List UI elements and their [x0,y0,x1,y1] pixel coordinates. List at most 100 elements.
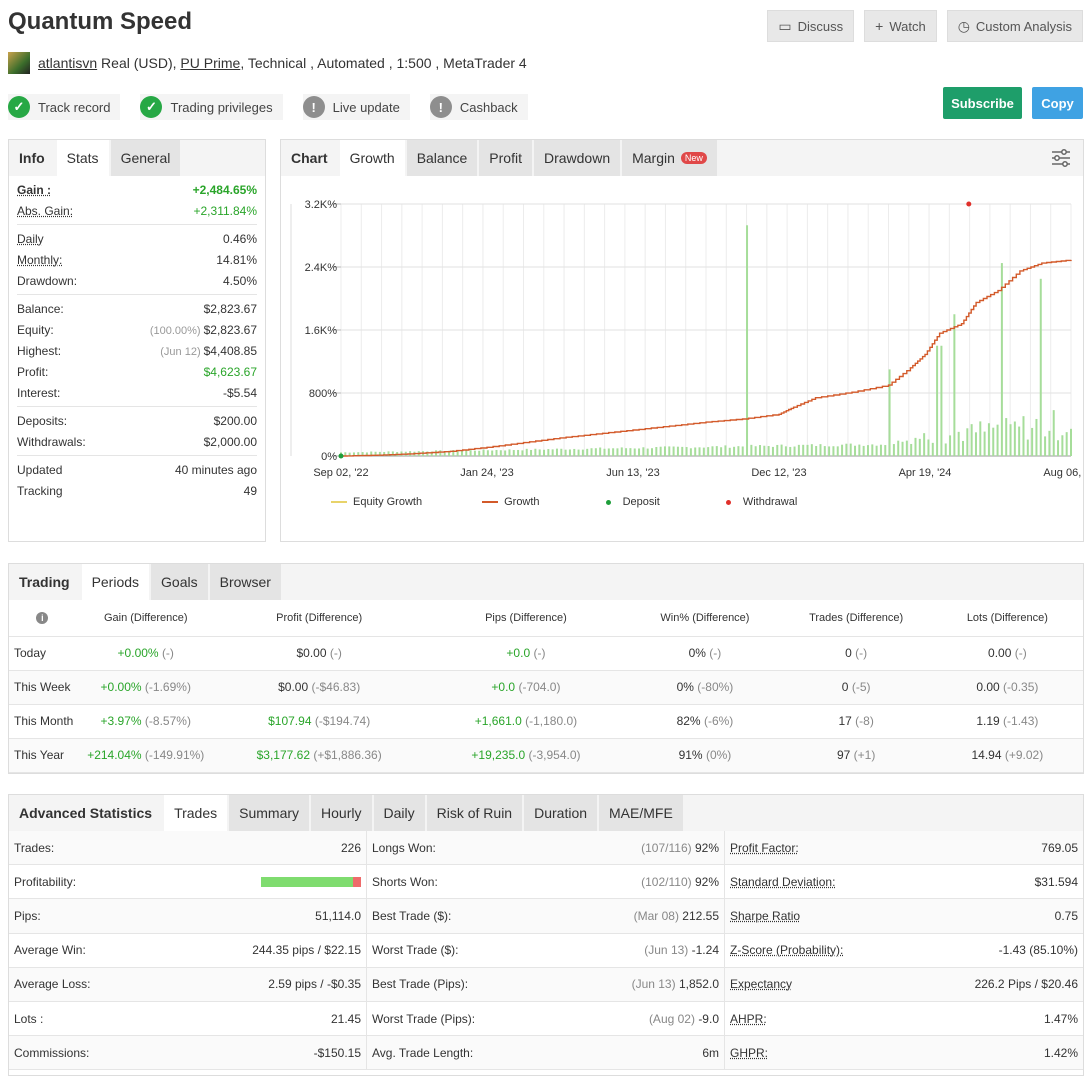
button-label: Discuss [797,18,844,34]
tab-duration[interactable]: Duration [524,795,598,831]
tab-profit[interactable]: Profit [479,140,532,176]
trade-bar [892,444,895,456]
watch-button[interactable]: + Watch [864,10,937,42]
stat-value-text: 226.2 Pips / $20.46 [974,977,1078,992]
cell-difference: (0%) [705,748,732,762]
tab-periods[interactable]: Periods [81,564,150,600]
info-value-text: 0.46% [222,231,257,246]
table-cell: 0.00 (-) [931,636,1083,671]
legend-withdrawal[interactable]: Withdrawal [720,496,797,508]
trade-bar [819,444,822,456]
stat-key[interactable]: Profit Factor: [730,841,799,855]
trade-bar [534,448,537,456]
tab-browser[interactable]: Browser [209,564,281,600]
avatar[interactable] [8,52,30,74]
table-cell: +1,661.0 (-1,180.0) [422,704,630,739]
cell-difference: (-6%) [703,714,734,728]
trade-bar [659,446,662,456]
stat-row-commissions: Commissions: -$150.15 [9,1036,366,1071]
check-track-record[interactable]: ✓ Track record [8,94,121,120]
tab-drawdown[interactable]: Drawdown [533,140,621,176]
check-trading-privileges[interactable]: ✓ Trading privileges [140,94,283,120]
info-value-text: 40 minutes ago [174,462,257,477]
tab-daily[interactable]: Daily [373,795,425,831]
advanced-grid: Trades: 226 Profitability: Pips: 51,114.0 Ave… [9,831,1083,1071]
trade-bar [931,442,934,456]
tab-trades[interactable]: Trades [164,795,228,831]
legend-growth[interactable]: Growth [482,496,540,508]
trade-bar [737,446,740,456]
tab-risk-of-ruin[interactable]: Risk of Ruin [426,795,523,831]
stat-key[interactable]: AHPR: [730,1012,767,1026]
trade-bar [555,448,558,456]
info-key: Drawdown: [17,273,78,288]
check-cashback[interactable]: ! Cashback [429,94,528,120]
tab-label: Hourly [321,805,362,821]
cell-difference: (-$194.74) [314,714,371,728]
tab-trading: Trading [9,564,80,600]
settings-sliders-icon[interactable] [1051,149,1071,167]
stat-key[interactable]: Sharpe Ratio [730,909,800,923]
cell-difference: (-$46.83) [311,680,361,694]
trade-bar [866,445,869,456]
tab-general[interactable]: General [110,140,181,176]
stat-key[interactable]: GHPR: [730,1046,768,1060]
growth-chart[interactable]: 0% 800% 1.6K% 2.4K% 3.2K% Sep 02, '22 Jan 24, … [281,178,1083,498]
stat-key: Avg. Trade Length: [372,1045,474,1060]
stat-key[interactable]: Expectancy [730,977,792,991]
custom-analysis-button[interactable]: ◷ Custom Analysis [946,10,1083,42]
row-label: This Year [9,738,76,773]
legend-equity-growth[interactable]: Equity Growth [331,496,422,508]
check-live-update[interactable]: ! Live update [302,94,410,120]
info-row-highest: Highest: (Jun 12) $4,408.85 [17,340,257,361]
trade-bar [1044,436,1047,456]
tab-margin[interactable]: Margin New [622,140,717,176]
trade-bar [439,450,442,456]
trade-bar [771,446,774,456]
subscribe-button[interactable]: Subscribe [943,87,1022,119]
tab-mae-mfe[interactable]: MAE/MFE [599,795,683,831]
info-key[interactable]: Monthly: [17,253,62,267]
stat-key: Best Trade ($): [372,908,452,923]
tab-summary[interactable]: Summary [229,795,310,831]
user-link[interactable]: atlantisvn [38,55,97,71]
cell-value: +0.0 [506,646,531,660]
tab-growth[interactable]: Growth [339,140,405,176]
stat-value: (Jun 13) 1,852.0 [632,977,719,991]
check-label: Live update [332,99,400,115]
info-key[interactable]: Daily [17,232,44,246]
stat-key[interactable]: Standard Deviation: [730,875,835,889]
stat-row-expectancy: Expectancy 226.2 Pips / $20.46 [725,967,1083,1002]
tab-advanced-statistics: Advanced Statistics [9,795,162,831]
trade-bar [638,448,641,456]
info-key: Equity: [17,322,54,337]
cell-value: $107.94 [268,714,312,728]
info-key[interactable]: Abs. Gain: [17,204,73,218]
tab-balance[interactable]: Balance [406,140,478,176]
tab-stats[interactable]: Stats [56,140,109,176]
cell-value: 91% [678,748,703,762]
info-key[interactable]: Gain : [17,183,51,197]
trade-bar [607,448,610,456]
tab-hourly[interactable]: Hourly [311,795,372,831]
broker-link[interactable]: PU Prime [180,55,240,71]
stat-key[interactable]: Z-Score (Probability): [730,943,843,957]
trade-bar [1005,418,1008,456]
trade-bar [512,450,515,456]
trade-bar [1052,410,1055,456]
cell-difference: (-8.57%) [144,714,191,728]
info-icon[interactable]: i [36,611,49,624]
y-tick-label: 3.2K% [305,199,338,211]
discuss-button[interactable]: ▭ Discuss [767,10,855,42]
info-key: Profit: [17,364,49,379]
plus-icon: + [875,18,884,34]
column-header: Pips (Difference) [422,600,630,637]
stat-value: 226 [341,841,361,855]
copy-button[interactable]: Copy [1032,87,1083,119]
info-group: Deposits: $200.00 Withdrawals: $2,000.00 [17,407,257,456]
legend-deposit[interactable]: Deposit [600,496,660,508]
tab-goals[interactable]: Goals [151,564,208,600]
cell-value: 0% [676,680,694,694]
trade-bar [940,345,943,456]
info-value: 0.46% [223,232,257,246]
